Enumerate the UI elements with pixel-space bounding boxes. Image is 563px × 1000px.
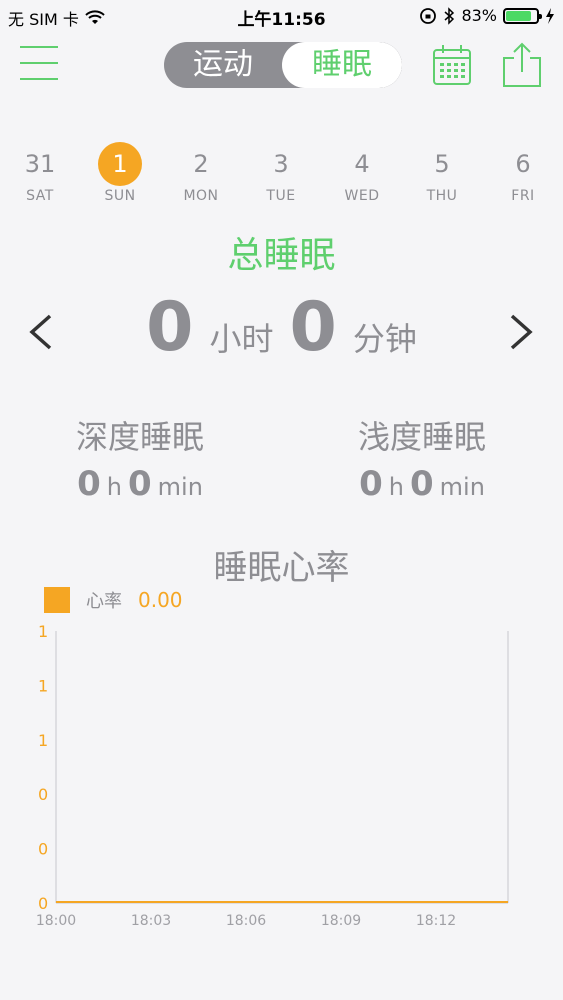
menu-line (20, 78, 58, 80)
deep-minutes: 0 (127, 464, 152, 504)
day-number: 5 (434, 150, 450, 178)
day-label: FRI (511, 188, 535, 204)
deep-hours: 0 (77, 464, 101, 504)
heart-rate-chart-title: 睡眠心率 (213, 548, 350, 588)
bluetooth-icon (444, 6, 455, 25)
day-number: 3 (273, 150, 289, 178)
menu-line (20, 62, 58, 64)
deep-sleep-stat: 深度睡眠 0 h 0 min (20, 412, 260, 504)
day-wed[interactable]: 4 WED (322, 142, 402, 204)
y-tick-label: 1 (38, 622, 48, 641)
light-hours: 0 (359, 464, 383, 504)
day-label: SUN (104, 188, 136, 204)
calendar-icon[interactable] (432, 42, 472, 88)
y-tick-label: 0 (38, 840, 48, 859)
total-sleep-title: 总睡眠 (227, 235, 336, 276)
day-fri[interactable]: 6 FRI (483, 142, 563, 204)
y-tick-label: 0 (38, 785, 48, 804)
chart-legend: 心率 0.00 (44, 586, 183, 614)
orientation-lock-icon (420, 7, 437, 24)
day-label: WED (344, 188, 380, 204)
light-minutes-unit: min (439, 473, 485, 501)
day-number: 2 (193, 150, 209, 178)
deep-sleep-title: 深度睡眠 (75, 418, 204, 456)
day-label: THU (426, 188, 458, 204)
total-minutes: 0 (289, 288, 337, 367)
segment-sleep[interactable]: 睡眠 (282, 42, 402, 88)
total-hours-unit: 小时 (209, 320, 274, 358)
day-number: 6 (515, 150, 531, 178)
status-bar: 无 SIM 卡 上午11:56 83% (0, 0, 563, 32)
light-hours-unit: h (388, 473, 404, 501)
deep-sleep-value: 0 h 0 min (20, 464, 260, 504)
x-tick-label: 18:09 (321, 913, 361, 929)
battery-icon (503, 7, 542, 24)
deep-minutes-unit: min (157, 473, 203, 501)
light-sleep-title: 浅度睡眠 (357, 418, 486, 456)
mode-segmented-control: 运动 睡眠 (164, 42, 402, 88)
total-hours: 0 (146, 288, 194, 367)
share-icon[interactable] (502, 42, 542, 88)
day-number: 31 (24, 150, 56, 178)
menu-line (20, 46, 58, 48)
day-mon[interactable]: 2 MON (161, 142, 241, 204)
day-tue[interactable]: 3 TUE (241, 142, 321, 204)
total-minutes-unit: 分钟 (352, 320, 417, 358)
legend-value: 0.00 (138, 588, 183, 612)
light-sleep-stat: 浅度睡眠 0 h 0 min (302, 412, 542, 504)
light-sleep-value: 0 h 0 min (302, 464, 542, 504)
day-sat[interactable]: 31 SAT (0, 142, 80, 204)
chevron-right-icon[interactable] (506, 312, 536, 352)
light-minutes: 0 (409, 464, 434, 504)
legend-swatch (44, 587, 70, 613)
x-tick-label: 18:12 (416, 913, 456, 929)
day-number: 4 (354, 150, 370, 178)
week-selector: 31 SAT 1 SUN 2 MON 3 TUE 4 WED 5 THU 6 FRI (0, 142, 563, 212)
day-thu[interactable]: 5 THU (402, 142, 482, 204)
day-label: TUE (266, 188, 296, 204)
day-number: 1 (98, 142, 142, 186)
deep-hours-unit: h (106, 473, 122, 501)
day-sun[interactable]: 1 SUN (80, 142, 160, 204)
x-tick-label: 18:00 (36, 913, 76, 929)
x-tick-label: 18:06 (226, 913, 266, 929)
y-tick-label: 1 (38, 676, 48, 695)
heart-rate-chart: 11100018:00 18:03 18:06 18:09 18:12 (36, 622, 509, 929)
x-tick-label: 18:03 (131, 913, 171, 929)
y-tick-label: 0 (38, 894, 48, 913)
day-label: SAT (26, 188, 54, 204)
nav-bar: 运动 睡眠 (0, 32, 563, 102)
battery-percent: 83% (461, 6, 497, 25)
legend-name: 心率 (86, 591, 122, 612)
segment-sport[interactable]: 运动 (164, 42, 282, 88)
charging-icon (546, 7, 554, 24)
battery-fill (506, 10, 531, 21)
total-sleep-value: 0 小时 0 分钟 (0, 288, 563, 368)
status-right: 83% (419, 6, 555, 25)
menu-button[interactable] (20, 44, 60, 82)
day-label: MON (183, 188, 219, 204)
y-tick-label: 1 (38, 731, 48, 750)
